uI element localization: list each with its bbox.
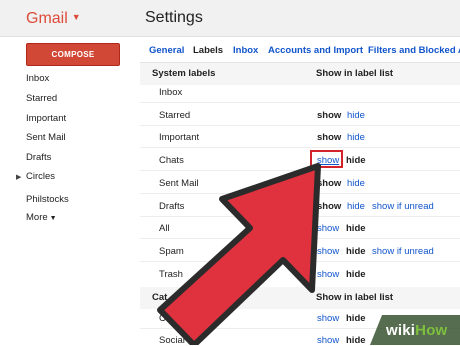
spam-hide-current: hide (346, 246, 366, 257)
label-social: Social (159, 335, 185, 346)
label-categories: Categories (159, 313, 205, 324)
tab-labels[interactable]: Labels (193, 45, 223, 56)
label-inbox: Inbox (159, 87, 183, 98)
compose-button[interactable]: COMPOSE (26, 43, 120, 66)
label-sent-mail: Sent Mail (159, 178, 199, 189)
trash-hide-current: hide (346, 269, 366, 280)
sidebar-item-circles[interactable]: Circles (26, 171, 55, 182)
gmail-menu[interactable]: Gmail ▼ (26, 10, 81, 28)
social-hide-current: hide (346, 335, 366, 346)
categories-header: Cat (152, 292, 168, 303)
sidebar-item-drafts[interactable]: Drafts (26, 152, 51, 163)
categories-col-header: Show in label list (316, 292, 394, 303)
spam-show-link[interactable]: show (317, 246, 339, 257)
row-divider (140, 147, 460, 148)
label-spam: Spam (159, 246, 184, 257)
starred-hide-link[interactable]: hide (347, 110, 365, 121)
important-show-current: show (317, 132, 342, 143)
label-trash: Trash (159, 269, 183, 280)
drafts-hide-link[interactable]: hide (347, 201, 365, 212)
label-starred: Starred (159, 110, 191, 121)
tab-filters[interactable]: Filters and Blocked A (368, 45, 460, 56)
sidebar-item-starred[interactable]: Starred (26, 93, 57, 104)
row-divider (140, 102, 460, 103)
chats-hide-current: hide (346, 155, 366, 166)
tab-accounts-and-import[interactable]: Accounts and Import (268, 45, 363, 56)
all-hide-current: hide (346, 223, 366, 234)
tab-inbox[interactable]: Inbox (233, 45, 258, 56)
categories-hide-current: hide (346, 313, 366, 324)
row-divider (140, 125, 460, 126)
sidebar-item-sent-mail[interactable]: Sent Mail (26, 132, 66, 143)
wikihow-watermark: wikiHow (386, 322, 447, 339)
row-divider (140, 193, 460, 194)
watermark-part2: How (415, 322, 448, 339)
chevron-down-icon: ▼ (71, 12, 81, 22)
sent-hide-link[interactable]: hide (347, 178, 365, 189)
important-hide-link[interactable]: hide (347, 132, 365, 143)
label-chats: Chats (159, 155, 184, 166)
show-in-label-list-header: Show in label list (316, 68, 394, 79)
sidebar-item-inbox[interactable]: Inbox (26, 73, 49, 84)
section-header-bg (140, 287, 460, 309)
sidebar-item-more[interactable]: More ▼ (26, 212, 57, 223)
row-divider (140, 216, 460, 217)
chevron-down-icon: ▼ (49, 215, 57, 222)
sent-show-current: show (317, 178, 342, 189)
expand-arrow-icon[interactable]: ▶ (16, 173, 21, 181)
more-label: More (26, 212, 48, 223)
drafts-show-current: show (317, 201, 342, 212)
trash-show-link[interactable]: show (317, 269, 339, 280)
social-show-link[interactable]: show (317, 335, 339, 346)
label-drafts: Drafts (159, 201, 185, 212)
tab-general[interactable]: General (149, 45, 184, 56)
starred-show-current: show (317, 110, 342, 121)
highlight-box (310, 150, 343, 168)
system-labels-header: System labels (152, 68, 216, 79)
row-divider (140, 170, 460, 171)
all-show-link[interactable]: show (317, 223, 339, 234)
label-all-mail: All (159, 223, 170, 234)
label-important: Important (159, 132, 200, 143)
page-title: Settings (145, 9, 203, 26)
sidebar-item-important[interactable]: Important (26, 113, 66, 124)
row-divider (140, 238, 460, 239)
brand-label: Gmail (26, 10, 68, 27)
sidebar-item-philstocks[interactable]: Philstocks (26, 194, 69, 205)
spam-show-if-unread-link[interactable]: show if unread (372, 246, 434, 257)
categories-show-link[interactable]: show (317, 313, 339, 324)
watermark-part1: wiki (386, 322, 416, 339)
row-divider (140, 261, 460, 262)
drafts-show-if-unread-link[interactable]: show if unread (372, 201, 434, 212)
